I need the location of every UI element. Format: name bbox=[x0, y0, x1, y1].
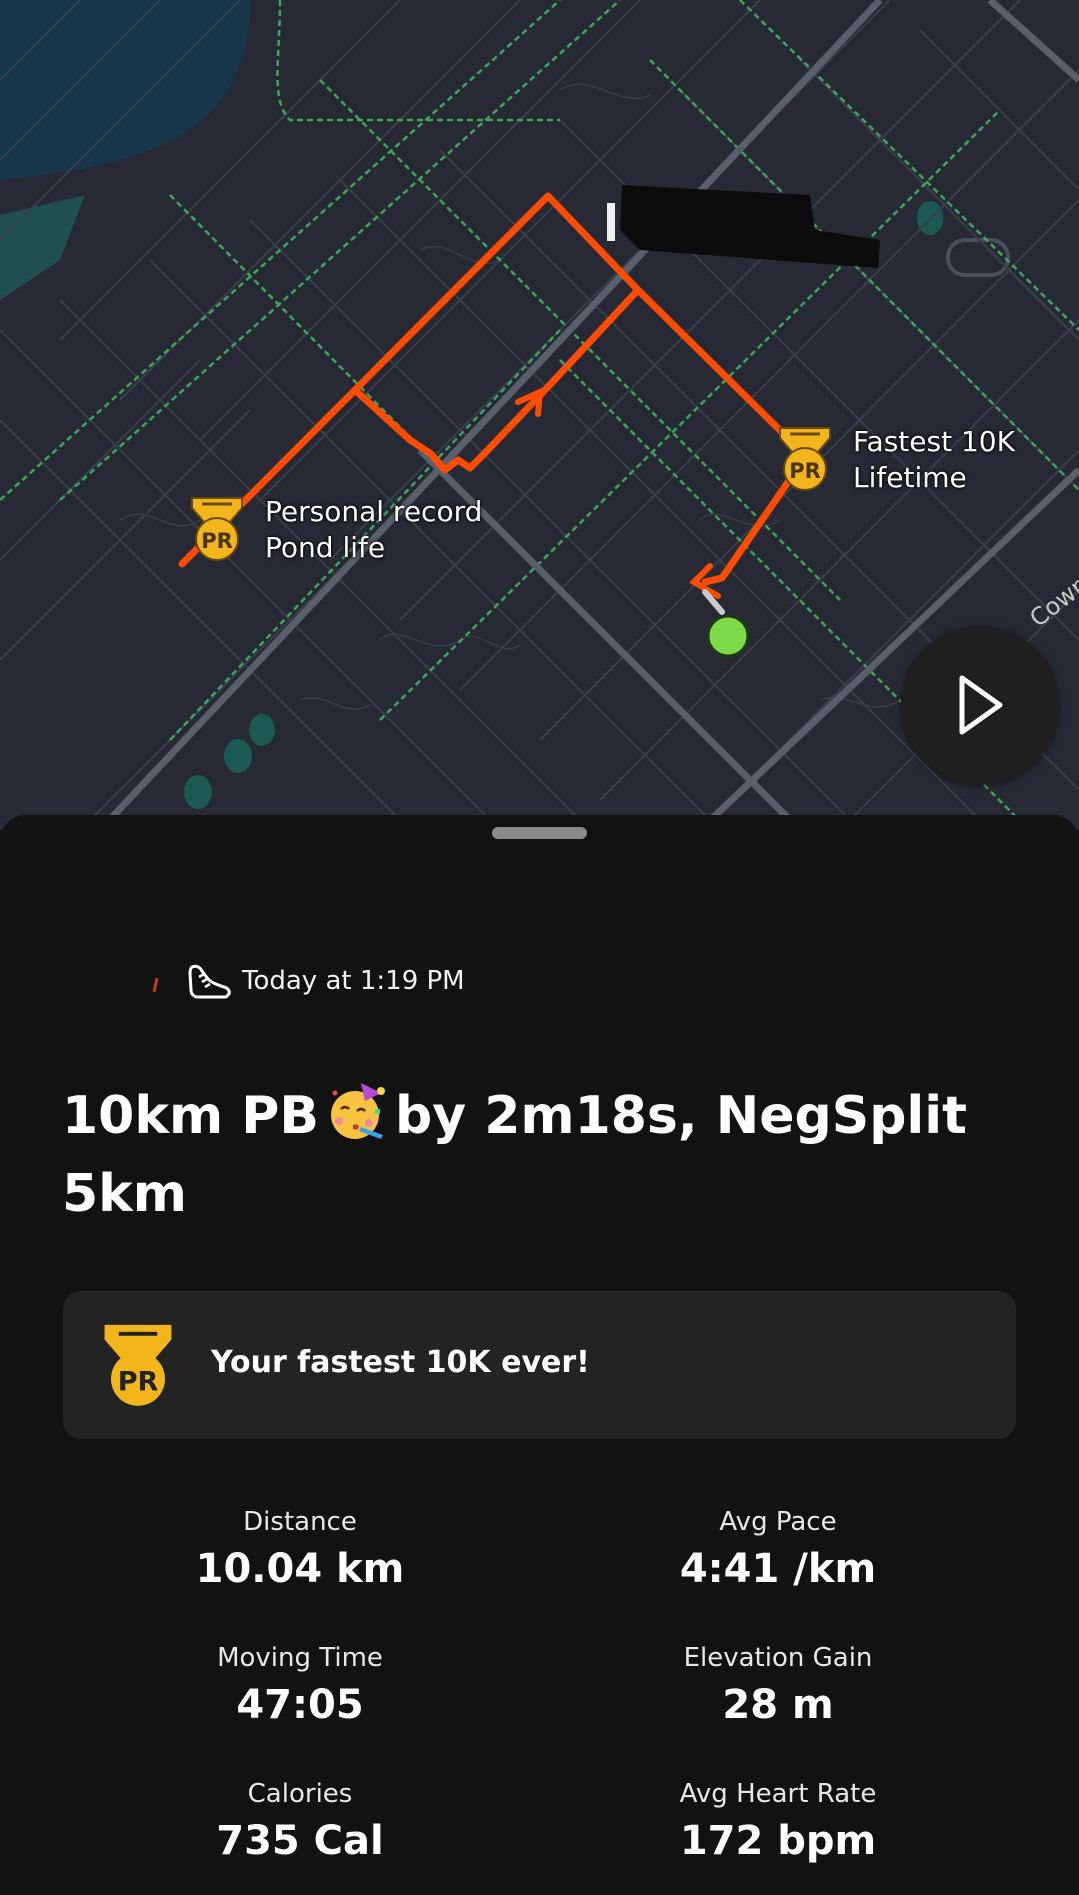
pr-marker-label: Personal record Pond life bbox=[265, 494, 482, 566]
stat-label: Avg Heart Rate bbox=[679, 1779, 877, 1809]
route-map[interactable]: Cowr PR Personal record Pond life PR Fas… bbox=[0, 0, 1079, 830]
pr-marker-title: Fastest 10K bbox=[853, 425, 1015, 458]
stat-label: Calories bbox=[247, 1779, 353, 1809]
achievement-card[interactable]: PR Your fastest 10K ever! bbox=[63, 1291, 1016, 1439]
pond bbox=[224, 739, 252, 773]
stat-distance: Distance 10.04 km bbox=[80, 1505, 520, 1595]
activity-meta-row: Today at 1:19 PM bbox=[150, 961, 465, 1001]
activity-title[interactable]: 10km PB by 2m18s, NegSplit 5km bbox=[62, 1077, 1022, 1233]
stat-label: Moving Time bbox=[217, 1643, 383, 1673]
pr-medal-icon: PR bbox=[104, 1324, 172, 1406]
stat-value: 47:05 bbox=[236, 1682, 364, 1728]
sheet-drag-handle[interactable] bbox=[492, 827, 587, 839]
stat-value: 10.04 km bbox=[195, 1546, 405, 1592]
activity-timestamp: Today at 1:19 PM bbox=[242, 966, 465, 996]
pr-badge-text: PR bbox=[118, 1366, 159, 1397]
stat-label: Elevation Gain bbox=[683, 1643, 873, 1673]
stat-avg-pace: Avg Pace 4:41 /km bbox=[558, 1505, 998, 1595]
partying-face-emoji bbox=[330, 1083, 385, 1139]
pr-medal-icon[interactable]: PR bbox=[186, 494, 248, 564]
play-icon bbox=[959, 675, 1003, 735]
pond bbox=[249, 714, 275, 746]
pr-marker-subtitle: Lifetime bbox=[853, 461, 967, 494]
pr-medal-icon[interactable]: PR bbox=[774, 424, 836, 494]
pr-badge-text: PR bbox=[201, 529, 233, 553]
stat-value: 4:41 /km bbox=[679, 1546, 877, 1592]
stat-calories: Calories 735 Cal bbox=[80, 1777, 520, 1867]
end-dot bbox=[706, 614, 750, 658]
activity-title-part1: 10km PB bbox=[62, 1086, 319, 1146]
street-label: Cowr bbox=[1024, 573, 1079, 633]
pr-badge-text: PR bbox=[789, 459, 821, 483]
play-flyover-button[interactable] bbox=[901, 626, 1059, 784]
stat-value: 735 Cal bbox=[216, 1818, 384, 1864]
activity-details-sheet[interactable]: Today at 1:19 PM 10km PB by 2m18s, NegSp… bbox=[0, 815, 1079, 1895]
stat-value: 172 bpm bbox=[679, 1818, 877, 1864]
stat-moving-time: Moving Time 47:05 bbox=[80, 1641, 520, 1731]
pond bbox=[184, 775, 212, 809]
pr-marker-subtitle: Pond life bbox=[265, 531, 386, 564]
redaction-mark bbox=[607, 185, 880, 268]
achievement-text: Your fastest 10K ever! bbox=[211, 1345, 590, 1380]
stat-label: Distance bbox=[243, 1507, 357, 1537]
stat-label: Avg Pace bbox=[719, 1507, 837, 1537]
pr-marker-label: Fastest 10K Lifetime bbox=[853, 424, 1015, 496]
stat-avg-heart-rate: Avg Heart Rate 172 bpm bbox=[558, 1777, 998, 1867]
stat-elevation-gain: Elevation Gain 28 m bbox=[558, 1641, 998, 1731]
pr-marker-title: Personal record bbox=[265, 495, 483, 528]
stat-value: 28 m bbox=[722, 1682, 834, 1728]
running-shoe-icon bbox=[188, 964, 231, 999]
track-oval bbox=[946, 238, 1010, 277]
park-area bbox=[0, 195, 85, 300]
